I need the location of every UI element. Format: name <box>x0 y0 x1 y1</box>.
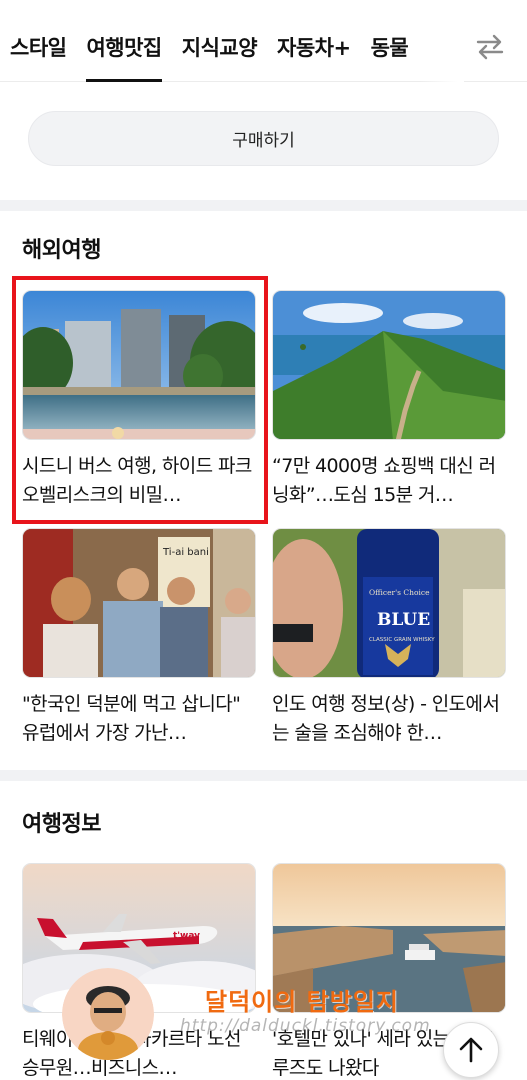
tab-travel-food[interactable]: 여행맛집 <box>86 0 162 82</box>
purchase-button[interactable]: 구매하기 <box>28 111 499 166</box>
tab-list: 스타일 여행맛집 지식교양 자동차+ 동물 <box>10 0 462 82</box>
plane-livery: t'way <box>173 931 200 941</box>
article-thumbnail: Officer's Choice BLUE CLASSIC GRAIN WHIS… <box>272 528 506 678</box>
watermark-text: 달덕이의 탐방일지 <box>205 987 399 1016</box>
bottle-brand: Officer's Choice <box>369 588 430 597</box>
sign-text: Ti-ai bani <box>162 547 209 558</box>
tab-animal[interactable]: 동물 <box>371 0 409 82</box>
article-card[interactable]: Ti-ai bani "한국인 덕분에 먹고 삽니다" 유럽에서 가장 가난… <box>22 528 256 748</box>
article-thumbnail: Ti-ai bani <box>22 528 256 678</box>
bottle-label: BLUE <box>377 610 430 630</box>
section-divider <box>0 200 527 211</box>
tabs-fade <box>420 0 464 82</box>
purchase-area: 구매하기 <box>0 82 527 200</box>
section-title-travel-info: 여행정보 <box>22 812 101 837</box>
article-title: "한국인 덕분에 먹고 삽니다" 유럽에서 가장 가난… <box>22 693 241 744</box>
highlight-box <box>12 276 268 524</box>
category-tab-bar: 스타일 여행맛집 지식교양 자동차+ 동물 <box>0 0 527 82</box>
scroll-top-button[interactable] <box>443 1022 499 1078</box>
article-title: “7만 4000명 쇼핑백 대신 러닝화”…도심 15분 거… <box>272 455 496 506</box>
swap-arrows-icon[interactable] <box>470 27 510 67</box>
tab-knowledge[interactable]: 지식교양 <box>182 0 258 82</box>
article-thumbnail <box>272 290 506 440</box>
article-card[interactable]: “7만 4000명 쇼핑백 대신 러닝화”…도심 15분 거… <box>272 290 506 510</box>
tab-car[interactable]: 자동차+ <box>277 0 351 82</box>
watermark-avatar <box>62 968 154 1060</box>
watermark-url: http://dalduckl.tistory.com <box>180 1016 431 1036</box>
section-title-overseas-travel: 해외여행 <box>22 238 101 263</box>
article-title: 인도 여행 정보(상) - 인도에서는 술을 조심해야 한… <box>272 693 500 744</box>
article-card[interactable]: Officer's Choice BLUE CLASSIC GRAIN WHIS… <box>272 528 506 748</box>
section-divider <box>0 770 527 781</box>
arrow-up-icon <box>459 1037 483 1063</box>
bottle-sub: CLASSIC GRAIN WHISKY <box>369 637 435 643</box>
tab-style[interactable]: 스타일 <box>10 0 67 82</box>
